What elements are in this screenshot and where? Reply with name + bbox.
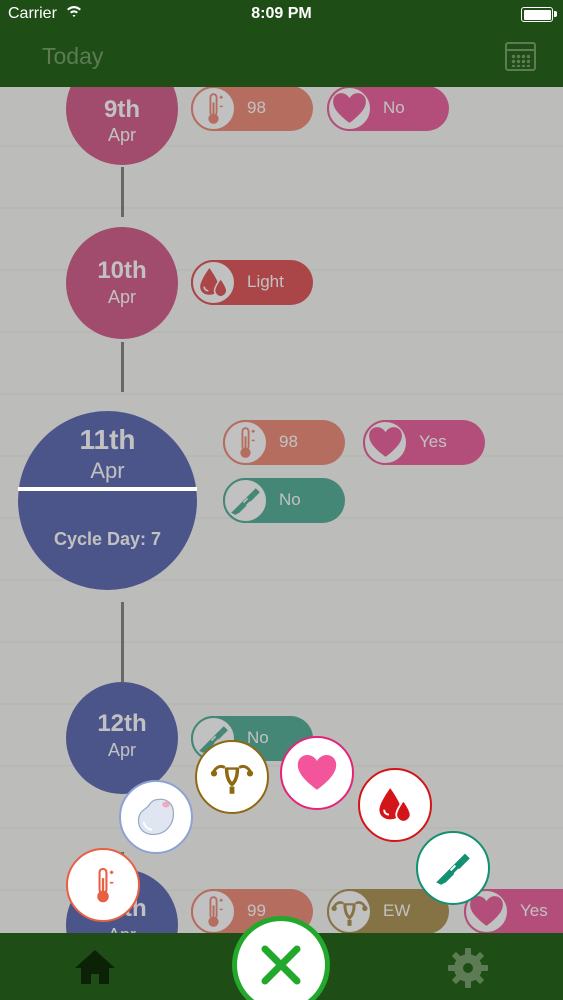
blood-drop-icon — [371, 781, 419, 834]
uterus-icon — [208, 753, 256, 806]
today-circle-divider — [18, 487, 197, 491]
quick-add-temperature-button[interactable] — [66, 848, 140, 922]
status-bar: Carrier 8:09 PM — [0, 0, 563, 30]
heart-icon — [293, 749, 341, 802]
quick-add-ovulation-test-button[interactable] — [416, 831, 490, 905]
quick-add-intercourse-button[interactable] — [280, 736, 354, 810]
battery-icon — [521, 7, 557, 22]
nav-bar: Today — [0, 30, 563, 87]
drop-blob-icon — [131, 792, 181, 847]
ovulation-test-icon — [429, 844, 477, 897]
calendar-icon[interactable] — [505, 42, 536, 71]
home-icon[interactable] — [73, 948, 117, 986]
close-icon — [257, 941, 305, 994]
thermometer-icon — [80, 862, 126, 913]
clock: 8:09 PM — [251, 5, 312, 22]
quick-add-flow-button[interactable] — [358, 768, 432, 842]
quick-add-cervical-fluid-button[interactable] — [119, 780, 193, 854]
quick-add-cervix-button[interactable] — [195, 740, 269, 814]
gear-icon[interactable] — [447, 947, 489, 989]
dim-overlay[interactable] — [0, 87, 563, 933]
nav-title-today[interactable]: Today — [42, 43, 103, 70]
